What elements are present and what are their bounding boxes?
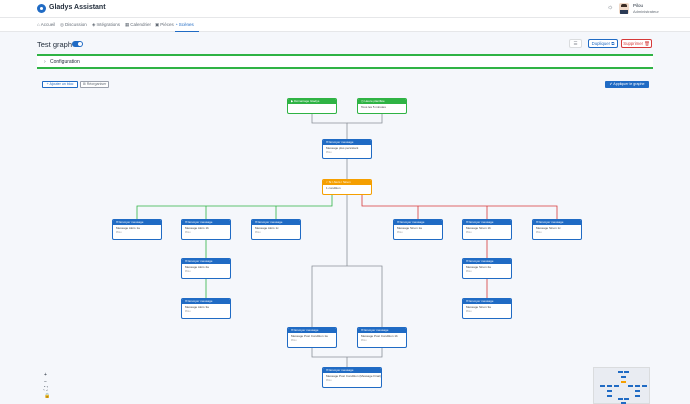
node-body: Tous les 5 minutes: [361, 105, 386, 109]
node-yes-2[interactable]: ✉ Envoyer message Message Alors 2a Pilou: [181, 258, 231, 279]
graph-edges: [136, 114, 558, 367]
node-scheduled-time[interactable]: ◷ Heure planifiée Tous les 5 minutes: [357, 98, 407, 114]
node-no-b[interactable]: ✉ Envoyer message Message Sinon 1b Pilou: [462, 219, 512, 240]
node-body: 1 condition: [326, 186, 341, 190]
node-sub: Pilou: [291, 338, 297, 342]
node-sub: Pilou: [116, 230, 122, 234]
node-sub: Pilou: [185, 269, 191, 273]
minimap-node: [635, 390, 640, 392]
node-post-b[interactable]: ✉ Envoyer message Message Post Condition …: [357, 327, 407, 348]
minimap-node: [624, 398, 629, 400]
minimap-node: [607, 395, 612, 397]
node-sub: Pilou: [185, 230, 191, 234]
edge-cond-no: [361, 195, 558, 219]
node-no-c[interactable]: ✉ Envoyer message Message Sinon 1c Pilou: [532, 219, 582, 240]
minimap-node: [642, 385, 647, 387]
minimap-node: [618, 398, 623, 400]
node-yes-b[interactable]: ✉ Envoyer message Message Alors 1b Pilou: [181, 219, 231, 240]
node-sub: Pilou: [361, 338, 367, 342]
minimap-node: [621, 376, 626, 378]
node-sub: Pilou: [466, 269, 472, 273]
node-condition[interactable]: ⑂ Si / Alors / Sinon 1 condition: [322, 179, 372, 195]
minimap[interactable]: [593, 367, 650, 404]
minimap-node: [635, 385, 640, 387]
node-sub: Pilou: [326, 150, 332, 154]
node-no-3[interactable]: ✉ Envoyer message Message Sinon 3a Pilou: [462, 298, 512, 319]
node-yes-3[interactable]: ✉ Envoyer message Message Alors 3a Pilou: [181, 298, 231, 319]
node-no-a[interactable]: ✉ Envoyer message Message Sinon 1a Pilou: [393, 219, 443, 240]
edge-time-send: [347, 114, 383, 124]
node-post-a[interactable]: ✉ Envoyer message Message Post Condition …: [287, 327, 337, 348]
node-no-2[interactable]: ✉ Envoyer message Message Sinon 2a Pilou: [462, 258, 512, 279]
node-sub: Pilou: [185, 309, 191, 313]
edge-cond-post: [311, 195, 383, 327]
minimap-node: [635, 395, 640, 397]
node-final[interactable]: ✉ Envoyer message Message Post Condition …: [322, 367, 382, 388]
minimap-node: [607, 385, 612, 387]
minimap-node: [621, 381, 626, 383]
edge-post-final: [311, 348, 383, 367]
node-body: Message Post Condition (Message Final): [326, 374, 381, 378]
zoom-out-button[interactable]: −: [44, 379, 47, 385]
lock-button[interactable]: 🔒: [44, 393, 50, 399]
fit-view-button[interactable]: ⛶: [44, 386, 48, 392]
minimap-node: [614, 385, 619, 387]
node-yes-c[interactable]: ✉ Envoyer message Message Alors 1c Pilou: [251, 219, 301, 240]
minimap-node: [618, 371, 623, 373]
node-sub: Pilou: [326, 378, 332, 382]
minimap-node: [628, 385, 633, 387]
node-start[interactable]: ▶ Démarrage Gladys: [287, 98, 337, 114]
edge-start-send: [311, 114, 348, 139]
node-sub: Pilou: [255, 230, 261, 234]
node-send-message[interactable]: ✉ Envoyer message Message plus persistant…: [322, 139, 372, 159]
minimap-node: [600, 385, 605, 387]
node-sub: Pilou: [536, 230, 542, 234]
node-sub: Pilou: [466, 309, 472, 313]
minimap-node: [624, 371, 629, 373]
node-sub: Pilou: [466, 230, 472, 234]
node-sub: Pilou: [397, 230, 403, 234]
minimap-node: [607, 390, 612, 392]
node-title: ▶ Démarrage Gladys: [288, 99, 336, 104]
edge-cond-yes: [136, 195, 333, 219]
node-yes-a[interactable]: ✉ Envoyer message Message Alors 1a Pilou: [112, 219, 162, 240]
zoom-in-button[interactable]: +: [44, 372, 47, 378]
